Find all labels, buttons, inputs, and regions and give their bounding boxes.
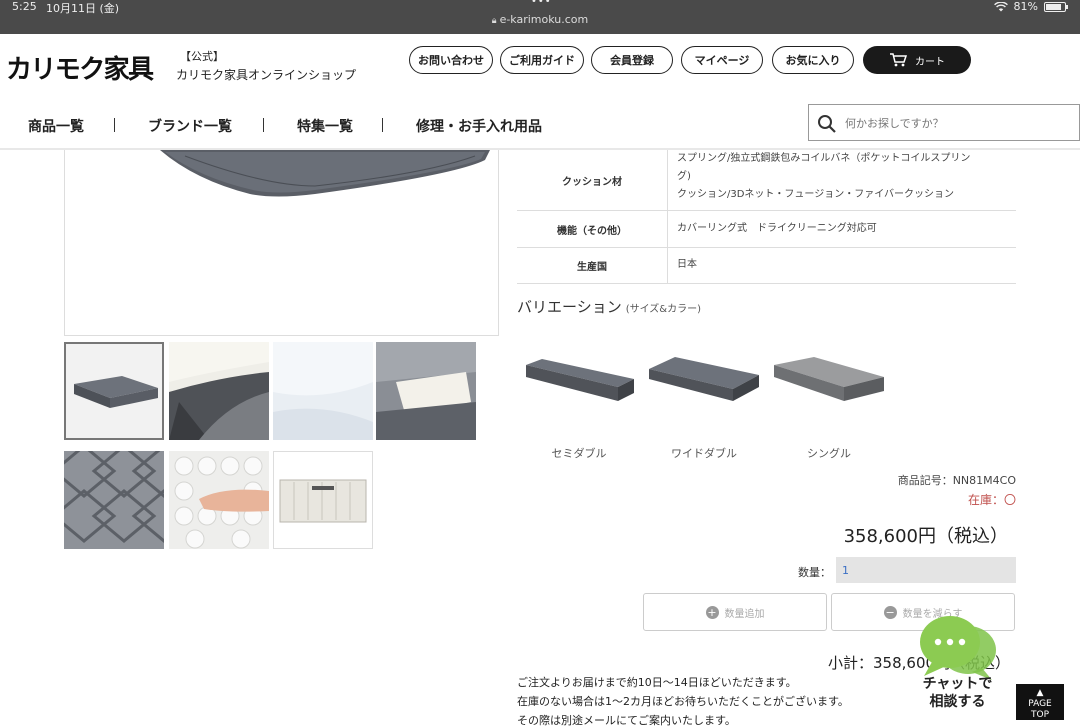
spec-line: グ)	[677, 171, 691, 182]
nav-divider	[263, 118, 264, 132]
spec-value: 日本	[677, 256, 1006, 274]
variation-heading: バリエーション (サイズ&カラー)	[517, 296, 701, 317]
spec-divider	[667, 211, 668, 247]
shop-name[interactable]: カリモク家具オンラインショップ	[176, 66, 356, 83]
contact-button[interactable]: お問い合わせ	[409, 46, 493, 74]
thumbnail-7[interactable]	[273, 451, 373, 549]
spec-line: 日本	[677, 259, 697, 270]
quantity-input[interactable]	[836, 557, 1016, 583]
variant-image-single[interactable]	[770, 345, 890, 415]
main-product-image[interactable]	[64, 150, 499, 336]
variation-subtitle: (サイズ&カラー)	[625, 304, 702, 315]
thumbnail-2[interactable]	[169, 342, 269, 440]
cart-button[interactable]: カート	[863, 46, 971, 74]
product-price: 358,600円（税込）	[843, 526, 1008, 547]
thumbnail-5[interactable]	[64, 451, 164, 549]
spec-line: クッション/3Dネット・フュージョン・ファイバークッション	[677, 189, 955, 200]
register-button[interactable]: 会員登録	[591, 46, 673, 74]
nav-brands[interactable]: ブランド一覧	[148, 116, 232, 136]
search-input[interactable]	[845, 113, 1065, 133]
logo-text: カリモク家具	[6, 54, 154, 84]
search-icon[interactable]	[817, 114, 837, 134]
nav-divider	[114, 118, 115, 132]
battery-percent: 81%	[1013, 0, 1038, 13]
lock-icon: 🔒︎	[491, 16, 497, 26]
cart-label: カート	[915, 56, 945, 68]
battery-icon	[1044, 1, 1068, 12]
variation-title: バリエーション	[517, 298, 622, 316]
stock-status: 在庫：〇	[967, 493, 1016, 507]
variant-label-widedouble[interactable]: ワイドダブル	[644, 445, 764, 461]
nav-repair[interactable]: 修理・お手入れ用品	[416, 116, 542, 136]
status-time: 5:25	[12, 0, 37, 13]
stock-note: 在庫のない場合は1〜2カ月ほどお待ちいただくことがございます。	[517, 695, 849, 708]
spec-row-origin: 生産国 日本	[517, 248, 1016, 284]
quantity-label: 数量：	[798, 566, 831, 579]
spec-key: クッション材	[562, 176, 622, 188]
thumbnail-6[interactable]	[169, 451, 269, 549]
chat-label-line1: チャットで	[922, 676, 993, 692]
email-note: その際は別途メールにてご案内いたします。	[517, 714, 736, 727]
page-top-line1: PAGE	[1028, 699, 1052, 709]
nav-products[interactable]: 商品一覧	[28, 116, 84, 136]
tab-dots-icon[interactable]: •••	[531, 0, 552, 7]
cart-icon	[890, 53, 907, 67]
arrow-up-icon: ▲	[1036, 688, 1044, 698]
chat-label-line2: 相談する	[929, 694, 986, 710]
delivery-note: ご注文よりお届けまで約10日〜14日ほどいただきます。	[517, 676, 797, 689]
variant-image-semidouble[interactable]	[520, 345, 640, 415]
spec-key: 生産国	[577, 262, 607, 273]
spec-value: スプリング/独立式鋼鉄包みコイルバネ（ポケットコイルスプリン グ) クッション/…	[677, 150, 1006, 204]
plus-icon: +	[705, 605, 719, 619]
favorites-button[interactable]: お気に入り	[772, 46, 854, 74]
add-quantity-label: 数量追加	[724, 608, 765, 620]
thumbnail-3[interactable]	[273, 342, 373, 440]
spec-line: カバーリング式 ドライクリーニング対応可	[677, 223, 877, 234]
guide-button[interactable]: ご利用ガイド	[500, 46, 584, 74]
add-quantity-button[interactable]: + 数量追加	[643, 593, 827, 631]
variant-label-single[interactable]: シングル	[769, 445, 889, 461]
karimoku-logo[interactable]: カリモク家具	[6, 50, 156, 84]
variant-image-widedouble[interactable]	[645, 345, 765, 415]
nav-features[interactable]: 特集一覧	[297, 116, 353, 136]
spec-line: スプリング/独立式鋼鉄包みコイルバネ（ポケットコイルスプリン	[677, 153, 971, 164]
page-top-line2: TOP	[1030, 710, 1049, 720]
search-box[interactable]	[808, 104, 1080, 141]
address-bar[interactable]: 🔒︎ e-karimoku.com	[0, 13, 1080, 26]
spec-divider	[667, 248, 668, 283]
status-bar: 5:25 10月11日 (金) ••• 🔒︎ e-karimoku.com 81%	[0, 0, 1080, 34]
spec-row-cushion: クッション材 スプリング/独立式鋼鉄包みコイルバネ（ポケットコイルスプリン グ)…	[517, 150, 1016, 211]
nav-divider	[382, 118, 383, 132]
spec-value: カバーリング式 ドライクリーニング対応可	[677, 220, 1006, 238]
mypage-button[interactable]: マイページ	[681, 46, 763, 74]
spec-key: 機能（その他）	[557, 225, 627, 237]
thumbnail-4[interactable]	[376, 342, 476, 440]
chat-label[interactable]: チャットで 相談する	[910, 675, 1005, 711]
address-url: e-karimoku.com	[499, 13, 589, 26]
product-code: 商品記号：NN81M4CO	[897, 474, 1016, 487]
variant-label-semidouble[interactable]: セミダブル	[519, 445, 639, 461]
wifi-icon	[993, 1, 1008, 11]
minus-icon: −	[883, 605, 897, 619]
official-label: 【公式】	[180, 50, 224, 63]
spec-row-function: 機能（その他） カバーリング式 ドライクリーニング対応可	[517, 211, 1016, 248]
page-top-button[interactable]: ▲ PAGE TOP	[1016, 684, 1064, 720]
thumbnail-1[interactable]	[64, 342, 164, 440]
spec-divider	[667, 150, 668, 210]
